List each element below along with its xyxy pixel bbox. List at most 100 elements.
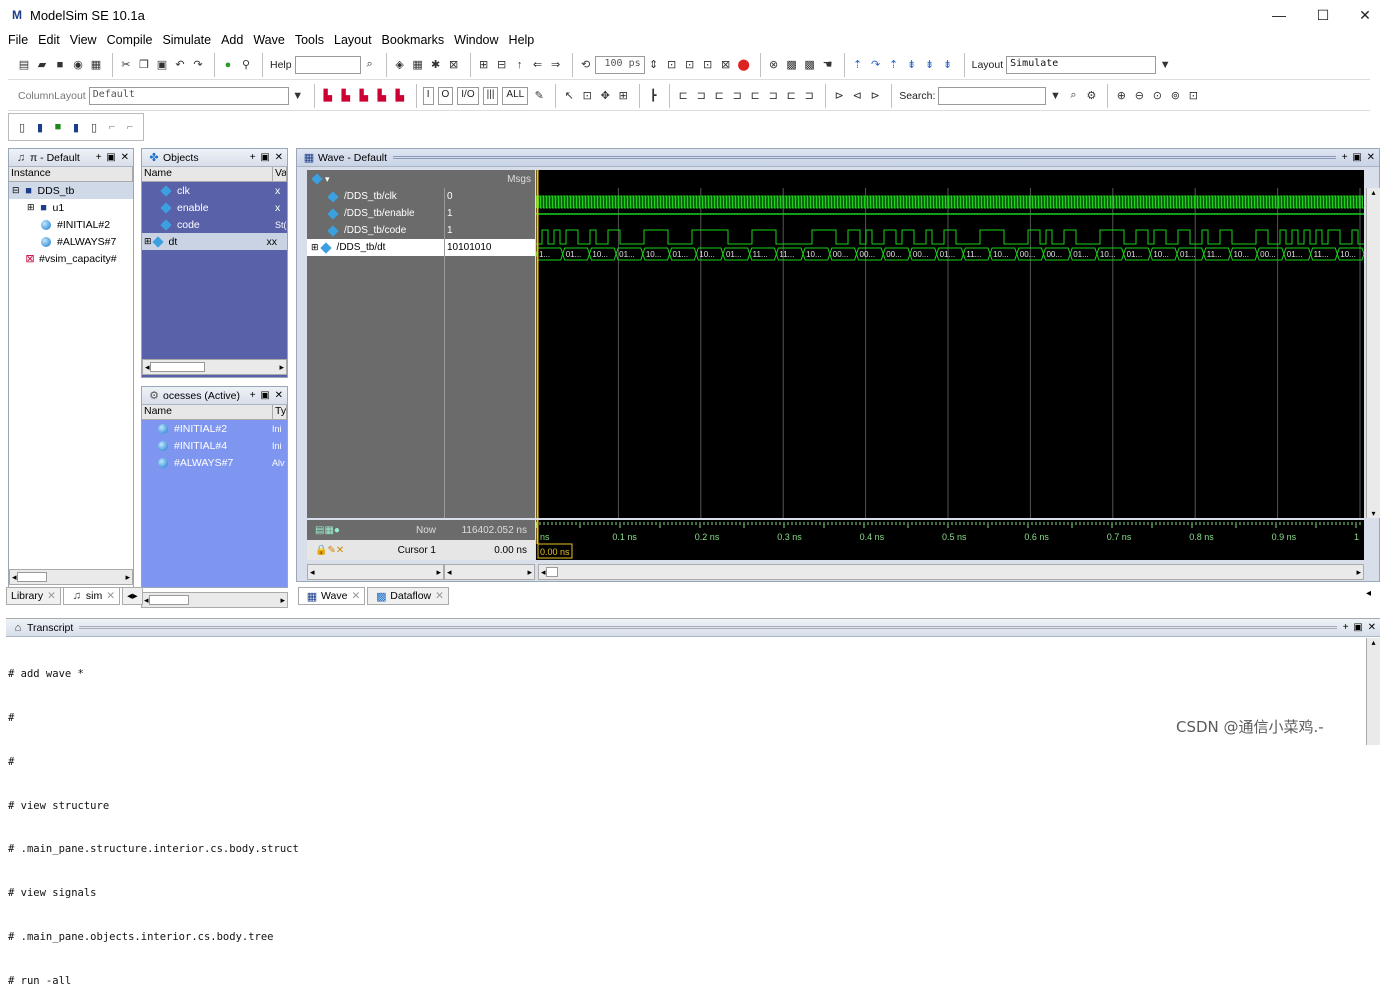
process-row[interactable]: #INITIAL#4 Ini: [142, 437, 287, 454]
wave-signal-row[interactable]: ⊞ /DDS_tb/dt: [307, 239, 444, 256]
chevron-down-icon[interactable]: ▾: [325, 174, 330, 185]
select-pointer-icon[interactable]: ↖: [562, 89, 576, 103]
compile-icon[interactable]: ●: [221, 58, 235, 72]
expand-icon[interactable]: ⊞: [27, 202, 35, 213]
step-forward-icon[interactable]: ⇟: [905, 58, 919, 72]
hand-icon[interactable]: ☚: [821, 58, 835, 72]
expand-time-icon[interactable]: ⊳: [832, 89, 846, 103]
close-icon[interactable]: ✕: [351, 590, 360, 602]
menu-add[interactable]: Add: [221, 33, 243, 47]
value-column[interactable]: Va: [273, 167, 287, 181]
collapse-icon[interactable]: ⊟: [12, 185, 20, 196]
chevron-down-icon[interactable]: ▼: [291, 89, 305, 103]
open-folder-icon[interactable]: ▰: [35, 58, 49, 72]
spin-icon[interactable]: ⇕: [647, 58, 661, 72]
transcript-vscroll[interactable]: ▴: [1366, 638, 1380, 745]
close-icon[interactable]: ✕: [435, 590, 444, 602]
tab-wave[interactable]: ▦ Wave ✕: [298, 587, 366, 605]
step-end-icon[interactable]: ⇟: [941, 58, 955, 72]
step-current-icon[interactable]: ⇟: [923, 58, 937, 72]
menu-view[interactable]: View: [70, 33, 97, 47]
add-list-icon[interactable]: ▙: [339, 89, 353, 103]
layout-seven-icon[interactable]: ⌐: [123, 120, 137, 134]
expand-all-icon[interactable]: ⊳: [868, 89, 882, 103]
add-schematic-icon[interactable]: ▙: [393, 89, 407, 103]
menu-file[interactable]: File: [8, 33, 28, 47]
step-back-icon[interactable]: ⇡: [887, 58, 901, 72]
filter-internal-button[interactable]: |||: [482, 86, 499, 105]
performance-icon[interactable]: ⊗: [767, 58, 781, 72]
tree-item-initial[interactable]: #INITIAL#2: [9, 216, 133, 233]
now-icons[interactable]: ▤▦●: [315, 525, 340, 536]
find-icon[interactable]: ⚲: [239, 58, 253, 72]
tab-scroll-arrows[interactable]: ◂▸: [122, 587, 143, 605]
pane-controls-icon[interactable]: + ▣ ✕: [250, 152, 284, 163]
edit-mode-icon[interactable]: ⊞: [616, 89, 630, 103]
profile-icon[interactable]: ▩: [785, 58, 799, 72]
stop-icon[interactable]: ⬤: [737, 58, 751, 72]
step-into-icon[interactable]: ⇡: [851, 58, 865, 72]
filter-output-button[interactable]: O: [437, 86, 454, 105]
search-options-icon[interactable]: ⚙: [1084, 89, 1098, 103]
collapse-time-icon[interactable]: ⊲: [850, 89, 864, 103]
tab-scroll-left-icon[interactable]: ◂: [1366, 588, 1371, 599]
edge-next-icon[interactable]: ⊐: [694, 89, 708, 103]
zoom-cursor-icon[interactable]: ⊚: [1168, 89, 1182, 103]
layout-four-icon[interactable]: ▮: [69, 120, 83, 134]
add-wave-icon[interactable]: ▙: [321, 89, 335, 103]
menu-layout[interactable]: Layout: [334, 33, 372, 47]
zoom-mode-icon[interactable]: ⊡: [580, 89, 594, 103]
wave-signal-row[interactable]: /DDS_tb/clk: [307, 188, 444, 205]
type-column[interactable]: Ty: [273, 405, 287, 419]
memory-profile-icon[interactable]: ▩: [803, 58, 817, 72]
wave-value-hscroll[interactable]: ◂ ▸: [444, 564, 535, 580]
processes-hscroll[interactable]: ◂ ▸: [141, 592, 288, 608]
menu-wave[interactable]: Wave: [253, 33, 285, 47]
falling-edge-icon[interactable]: ⊏: [712, 89, 726, 103]
add-dataflow-icon[interactable]: ▙: [375, 89, 389, 103]
reload-icon[interactable]: ◉: [71, 58, 85, 72]
process-row[interactable]: #INITIAL#2 Ini: [142, 420, 287, 437]
add-log-icon[interactable]: ▙: [357, 89, 371, 103]
chevron-down-icon[interactable]: ▼: [1158, 58, 1172, 72]
pan-mode-icon[interactable]: ✥: [598, 89, 612, 103]
instance-column[interactable]: Instance: [9, 167, 133, 181]
wave-signal-row[interactable]: /DDS_tb/enable: [307, 205, 444, 222]
edge-b-icon[interactable]: ⊐: [766, 89, 780, 103]
edge-a-icon[interactable]: ⊏: [748, 89, 762, 103]
insert-cursor-icon[interactable]: ┣: [646, 89, 660, 103]
menu-window[interactable]: Window: [454, 33, 498, 47]
break-icon[interactable]: ⊠: [719, 58, 733, 72]
restart-icon[interactable]: ⟲: [579, 58, 593, 72]
structure-hscroll[interactable]: ◂ ▸: [9, 569, 133, 585]
object-row[interactable]: clk x: [142, 182, 287, 199]
coverage-icon[interactable]: ⊠: [447, 58, 461, 72]
help-search-input[interactable]: [294, 55, 361, 74]
save-icon[interactable]: ■: [53, 58, 67, 72]
tree-item-dds-tb[interactable]: ⊟ ■ DDS_tb: [9, 182, 133, 199]
new-file-icon[interactable]: ▤: [17, 58, 31, 72]
print-icon[interactable]: ▦: [89, 58, 103, 72]
tree-item-always[interactable]: #ALWAYS#7: [9, 233, 133, 250]
filter-inout-button[interactable]: I/O: [457, 86, 479, 105]
menu-compile[interactable]: Compile: [107, 33, 153, 47]
paste-icon[interactable]: ▣: [155, 58, 169, 72]
zoom-in-icon[interactable]: ⊕: [1114, 89, 1128, 103]
tab-dataflow[interactable]: ▩ Dataflow ✕: [367, 587, 449, 605]
run-length-field[interactable]: 100 ps: [594, 55, 645, 74]
tab-sim[interactable]: ♫ sim ✕: [62, 587, 121, 605]
layout-select[interactable]: Simulate: [1006, 55, 1157, 74]
pane-controls-icon[interactable]: + ▣ ✕: [1342, 152, 1376, 163]
forward-arrow-icon[interactable]: ⇒: [549, 58, 563, 72]
filter-input-button[interactable]: I: [422, 86, 434, 105]
tab-library[interactable]: Library ✕: [6, 587, 61, 605]
zoom-range-icon[interactable]: ⊡: [1186, 89, 1200, 103]
cut-icon[interactable]: ✂: [119, 58, 133, 72]
wave-name-hscroll[interactable]: ◂ ▸: [307, 564, 444, 580]
minimize-button[interactable]: —: [1256, 0, 1302, 30]
layout-six-icon[interactable]: ⌐: [105, 120, 119, 134]
search-icon[interactable]: ⌕: [1066, 89, 1080, 103]
expand-icon[interactable]: ⊞: [144, 236, 152, 247]
close-icon[interactable]: ✕: [106, 590, 115, 602]
maximize-button[interactable]: ☐: [1300, 0, 1346, 30]
